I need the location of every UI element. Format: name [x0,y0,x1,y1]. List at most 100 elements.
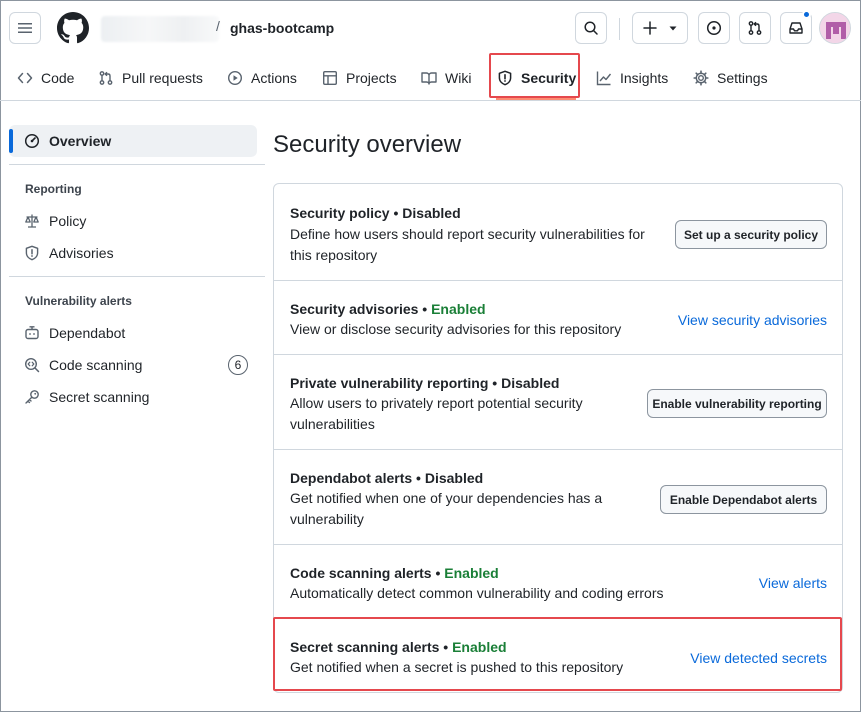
sidebar-item-label: Advisories [49,245,114,261]
list-item-private-vulnerability-reporting: Private vulnerability reporting • Disabl… [274,354,842,449]
sidebar-item-dependabot[interactable]: Dependabot [24,321,125,345]
key-icon [25,390,39,404]
table-icon [323,71,338,86]
sidebar-item-label: Policy [49,213,87,229]
issues-button[interactable] [698,12,730,44]
sidebar-item-label: Secret scanning [49,389,150,405]
row-title: Private vulnerability reporting • Disabl… [290,375,560,391]
repo-name-link[interactable]: ghas-bootcamp [230,20,334,36]
row-title-text: Dependabot alerts [290,470,413,486]
row-title-text: Security policy [290,205,390,221]
row-description: View or disclose security advisories for… [290,321,622,337]
sidebar-item-label: Dependabot [49,325,126,341]
tab-code[interactable]: Code [17,56,74,100]
tab-label: Insights [620,70,669,86]
row-description: Get notified when one of your dependenci… [290,490,603,527]
unread-indicator [802,10,811,19]
graph-icon [596,71,612,86]
sidebar-item-secret-scanning[interactable]: Secret scanning [24,385,149,409]
row-title-text: Security advisories [290,301,419,317]
pull-request-icon [748,21,762,35]
issues-icon [706,20,722,36]
selected-tab-indicator [496,98,576,100]
sidebar-item-label: Code scanning [49,357,143,373]
tab-settings[interactable]: Settings [693,56,768,100]
row-title-text: Private vulnerability reporting [290,375,489,391]
top-bar: / ghas-bootcamp [0,0,861,56]
page-title: Security overview [273,131,462,158]
status-text: Disabled [402,205,461,221]
tab-label: Actions [251,70,297,86]
owner-name-redacted[interactable] [101,16,219,42]
tab-insights[interactable]: Insights [596,56,668,100]
sidebar-heading-vulnerability-alerts: Vulnerability alerts [25,294,132,308]
row-title: Security advisories • Enabled [290,301,486,317]
sidebar-divider [9,276,265,277]
create-new-button[interactable] [632,12,688,44]
tab-actions[interactable]: Actions [227,56,297,100]
meter-icon [24,133,40,149]
enable-dependabot-alerts-button[interactable]: Enable Dependabot alerts [660,485,827,514]
list-item-security-advisories: Security advisories • Enabled View or di… [274,280,842,354]
sidebar-active-indicator [9,129,13,153]
enable-vulnerability-reporting-button[interactable]: Enable vulnerability reporting [647,389,827,418]
menu-button[interactable] [9,12,41,44]
gear-icon [693,70,709,86]
code-scanning-count-badge: 6 [228,355,248,375]
code-icon [17,72,33,84]
tab-wiki[interactable]: Wiki [421,56,471,100]
tab-projects[interactable]: Projects [322,56,397,100]
sidebar-item-code-scanning[interactable]: Code scanning [24,353,142,377]
triangle-down-icon [669,26,677,31]
tab-pull-requests[interactable]: Pull requests [98,56,203,100]
tab-label: Wiki [445,70,472,86]
hamburger-icon [18,23,32,33]
secret-scanning-row-highlight [273,617,842,691]
play-icon [227,70,243,86]
sidebar-heading-reporting: Reporting [25,182,82,196]
sidebar-divider [9,164,265,165]
header-divider [619,18,620,40]
repo-nav-tabs: Code Pull requests Actions Projects Wiki… [0,56,861,101]
row-description: Automatically detect common vulnerabilit… [290,585,664,601]
status-text: Enabled [431,301,486,317]
row-title-text: Code scanning alerts [290,565,432,581]
status-text: Enabled [444,565,499,581]
tab-label: Projects [346,70,397,86]
sidebar-item-advisories[interactable]: Advisories [24,241,114,265]
set-up-security-policy-button[interactable]: Set up a security policy [675,220,827,249]
row-description: Define how users should report security … [290,226,645,263]
git-pull-request-icon [99,71,113,85]
plus-icon [643,21,657,35]
search-icon [584,21,598,35]
view-security-advisories-link[interactable]: View security advisories [678,312,827,328]
row-title: Code scanning alerts • Enabled [290,565,499,581]
sidebar-item-overview[interactable]: Overview [24,129,111,153]
book-icon [421,72,437,85]
list-item-dependabot-alerts: Dependabot alerts • Disabled Get notifie… [274,449,842,544]
view-alerts-link[interactable]: View alerts [759,575,827,591]
row-title: Dependabot alerts • Disabled [290,470,484,486]
sidebar-item-policy[interactable]: Policy [24,209,86,233]
tab-label: Settings [717,70,768,86]
codescan-icon [24,357,40,373]
security-tab-highlight [489,53,580,98]
tab-label: Pull requests [122,70,203,86]
sidebar-item-label: Overview [49,133,112,149]
avatar[interactable] [819,12,851,44]
list-item-code-scanning-alerts: Code scanning alerts • Enabled Automatic… [274,544,842,618]
repo-separator: / [216,18,220,34]
row-title: Security policy • Disabled [290,205,461,221]
pull-requests-button[interactable] [739,12,771,44]
user-avatar-image [820,13,850,43]
status-text: Disabled [501,375,560,391]
shield-icon [25,245,39,261]
tab-label: Code [41,70,75,86]
dependabot-icon [25,326,39,340]
law-icon [25,214,39,228]
inbox-icon [789,22,803,34]
row-description: Allow users to privately report potentia… [290,395,583,432]
github-logo-icon[interactable] [57,12,89,44]
search-button[interactable] [575,12,607,44]
list-item-security-policy: Security policy • Disabled Define how us… [274,184,842,279]
